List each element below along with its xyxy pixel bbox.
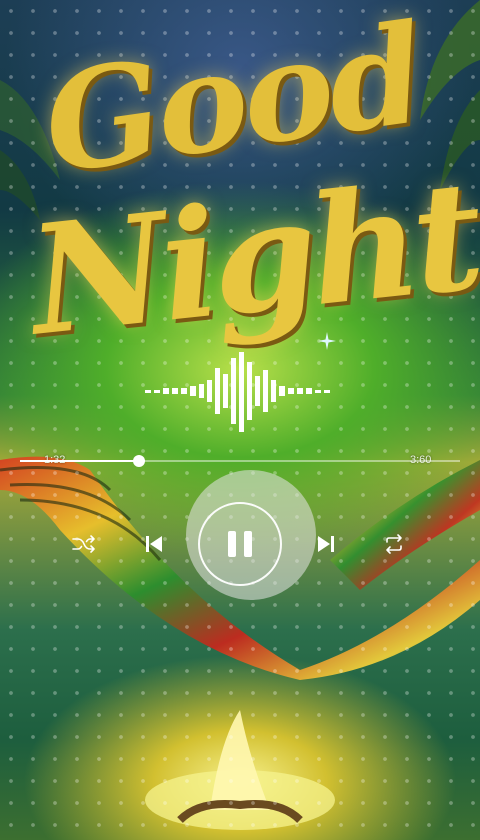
skip-previous-icon <box>146 536 162 552</box>
next-button[interactable] <box>312 530 340 558</box>
playback-controls <box>0 500 480 590</box>
pause-button[interactable] <box>198 502 282 586</box>
audio-visualizer <box>145 352 330 432</box>
shuffle-button[interactable] <box>70 530 98 558</box>
skip-next-icon <box>318 536 334 552</box>
repeat-icon <box>386 534 402 554</box>
progress-fill <box>20 460 139 462</box>
shuffle-icon <box>72 535 95 553</box>
progress-bar[interactable] <box>20 455 460 467</box>
previous-button[interactable] <box>140 530 168 558</box>
sparkle-star-icon <box>318 332 336 350</box>
progress-thumb[interactable] <box>132 455 145 467</box>
pause-icon <box>228 531 252 557</box>
repeat-button[interactable] <box>380 530 408 558</box>
artwork-title-night: Night <box>21 147 480 370</box>
